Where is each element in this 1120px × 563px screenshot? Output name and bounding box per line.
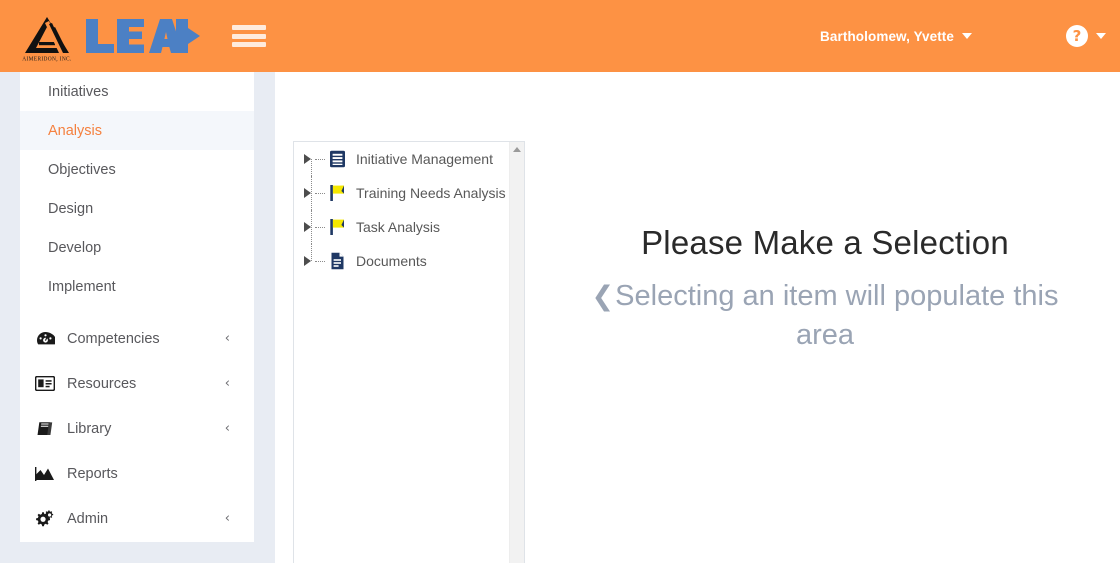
app-header: AIMERIDON, INC. Bartholomew, Yvette ? <box>0 0 1120 72</box>
analysis-tree-panel: Initiative Management Training Needs Ana… <box>293 141 525 563</box>
chevron-down-icon <box>962 33 972 39</box>
tree-item-label: Initiative Management <box>356 151 493 167</box>
chevron-left-icon: ‹ <box>224 331 230 346</box>
list-document-icon <box>328 150 347 169</box>
tree-connector-dash <box>315 260 325 262</box>
sidebar-item-objectives[interactable]: Objectives <box>20 150 254 189</box>
sidebar-item-label: Competencies <box>67 330 160 347</box>
sidebar-nav: Initiatives Analysis Objectives Design D… <box>20 72 254 542</box>
cogs-icon <box>34 510 56 528</box>
lead-wordmark <box>84 16 202 56</box>
tree-list: Initiative Management Training Needs Ana… <box>294 142 519 563</box>
triangle-a-icon <box>25 17 69 53</box>
tree-connector <box>311 244 312 261</box>
placeholder-subtitle-text: Selecting an item will populate this are… <box>615 280 1059 351</box>
sidebar-item-label: Library <box>67 420 112 437</box>
sidebar-item-label: Implement <box>48 278 116 295</box>
hamburger-bar <box>232 33 266 39</box>
tree-item-label: Documents <box>356 253 427 269</box>
chevron-left-icon: ‹ <box>224 421 230 436</box>
help-menu-button[interactable]: ? <box>1066 25 1106 47</box>
tachometer-icon <box>34 330 56 348</box>
sidebar-item-label: Resources <box>67 375 137 392</box>
selection-placeholder: Please Make a Selection ❮Selecting an it… <box>565 222 1085 354</box>
sidebar-item-admin[interactable]: Admin ‹ <box>20 496 254 541</box>
id-card-icon <box>34 375 56 393</box>
expand-triangle-icon[interactable] <box>304 188 311 198</box>
sidebar-item-resources[interactable]: Resources ‹ <box>20 361 254 406</box>
sidebar-item-competencies[interactable]: Competencies ‹ <box>20 316 254 361</box>
sidebar-item-label: Develop <box>48 239 102 256</box>
tree-item-training-needs-analysis[interactable]: Training Needs Analysis (( <box>294 176 519 210</box>
sidebar-item-label: Admin <box>67 510 109 527</box>
sidebar-item-develop[interactable]: Develop <box>20 228 254 267</box>
main-content: Initiative Management Training Needs Ana… <box>275 72 1120 563</box>
sidebar-item-label: Analysis <box>48 122 102 139</box>
tree-item-task-analysis[interactable]: Task Analysis <box>294 210 510 244</box>
tree-item-label: Training Needs Analysis (( <box>356 185 519 201</box>
tree-connector <box>311 176 312 210</box>
sidebar-item-initiatives[interactable]: Initiatives <box>20 72 254 111</box>
chevron-left-icon: ‹ <box>224 376 230 391</box>
tree-item-documents[interactable]: Documents <box>294 244 510 278</box>
yellow-flag-icon <box>328 184 347 203</box>
page-title: Please Make a Selection <box>641 224 1009 261</box>
chevron-left-icon: ❮ <box>591 281 615 313</box>
sidebar-item-design[interactable]: Design <box>20 189 254 228</box>
sidebar-item-label: Objectives <box>48 161 116 178</box>
expand-triangle-icon[interactable] <box>304 222 311 232</box>
sidebar-item-label: Initiatives <box>48 83 109 100</box>
area-chart-icon <box>34 465 56 483</box>
tree-connector-dash <box>315 226 325 228</box>
tree-connector <box>311 210 312 244</box>
tree-vertical-scrollbar[interactable] <box>509 142 524 563</box>
chevron-down-icon <box>1096 33 1106 39</box>
hamburger-menu-button[interactable] <box>232 23 266 49</box>
book-icon <box>34 420 56 438</box>
tree-connector-dash <box>315 158 325 160</box>
tree-item-label: Task Analysis <box>356 219 441 235</box>
hamburger-bar <box>232 25 266 30</box>
sidebar-item-library[interactable]: Library ‹ <box>20 406 254 451</box>
tree-connector-dash <box>315 192 325 194</box>
question-mark-icon: ? <box>1066 25 1088 47</box>
sidebar-item-reports[interactable]: Reports <box>20 451 254 496</box>
tree-connector <box>311 159 312 176</box>
yellow-flag-icon <box>328 218 347 237</box>
user-name-label: Bartholomew, Yvette <box>820 28 954 44</box>
expand-triangle-icon[interactable] <box>304 154 311 164</box>
sidebar-divider-space <box>20 306 254 316</box>
chevron-left-icon: ‹ <box>224 511 230 526</box>
placeholder-subtitle: ❮Selecting an item will populate this ar… <box>565 277 1085 354</box>
sidebar-item-implement[interactable]: Implement <box>20 267 254 306</box>
hamburger-bar <box>232 42 266 47</box>
page-body: Initiatives Analysis Objectives Design D… <box>0 72 1120 563</box>
expand-triangle-icon[interactable] <box>304 256 311 266</box>
tree-item-initiative-management[interactable]: Initiative Management <box>294 142 510 176</box>
aimeridon-logo-mark: AIMERIDON, INC. <box>20 10 74 63</box>
company-name: AIMERIDON, INC. <box>22 55 72 63</box>
brand-logo[interactable]: AIMERIDON, INC. <box>0 10 202 63</box>
file-document-icon <box>328 252 347 271</box>
sidebar-item-label: Design <box>48 200 94 217</box>
sidebar-item-analysis[interactable]: Analysis <box>20 111 254 150</box>
sidebar-item-label: Reports <box>67 465 118 482</box>
user-menu-button[interactable]: Bartholomew, Yvette <box>820 29 972 44</box>
scroll-up-arrow-icon[interactable] <box>513 147 521 152</box>
header-right-group: Bartholomew, Yvette ? <box>820 25 1120 47</box>
